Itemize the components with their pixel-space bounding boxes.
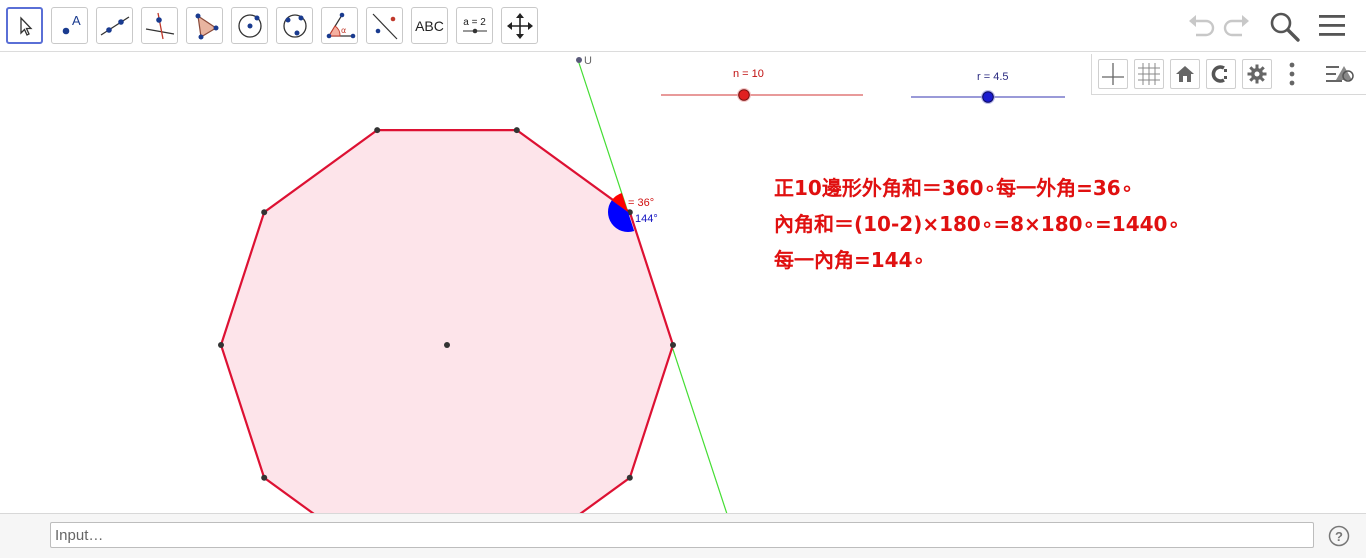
home-button[interactable] [1170,59,1200,89]
note-interior-sum[interactable]: 內角和＝(10-2)×180∘=8×180∘=1440∘ [774,208,1180,237]
perpendicular-line-tool[interactable] [141,7,178,44]
move-graphics-view-tool[interactable] [501,7,538,44]
slider-tool-label: a = 2 [463,17,486,28]
interior-angle-label: 144° [635,213,658,225]
reflect-icon [372,13,397,39]
line-tool[interactable] [96,7,133,44]
axes-toggle[interactable] [1098,59,1128,89]
line-icon [100,15,129,36]
settings-button[interactable] [1242,59,1272,89]
vertex-4[interactable] [261,474,268,481]
polygon-tool[interactable] [186,7,223,44]
point-capturing-icon [1211,65,1227,83]
vertex-1[interactable] [626,474,633,481]
circle-center-icon [237,13,262,38]
redo-icon[interactable] [1222,10,1252,40]
undo-icon[interactable] [1186,10,1216,40]
move-tool[interactable] [6,7,43,44]
point-tool-glyph: A [72,13,81,28]
move-arrows-icon [506,12,533,39]
grid-icon [1138,63,1160,85]
slider-mini-icon [462,28,487,34]
vertex-5[interactable] [218,342,224,348]
svg-text:?: ? [1335,529,1343,544]
vertex-7[interactable] [374,127,381,134]
line-point-label: U [584,55,592,67]
toggle-views-icon[interactable] [1324,62,1356,88]
perpendicular-line-icon [145,12,174,39]
home-icon [1176,66,1194,82]
slider-r-label: r = 4.5 [977,71,1009,83]
exterior-angle-label: = 36° [628,197,655,209]
text-tool-label: ABC [415,17,444,34]
gear-icon [1247,64,1267,84]
slider-n[interactable] [660,86,866,106]
graphics-view[interactable]: U [0,52,1366,513]
vertex-8[interactable] [513,127,520,134]
menu-icon[interactable] [1317,10,1347,40]
line-point-u[interactable] [576,57,582,63]
input-field[interactable] [50,522,1314,548]
slider-tool[interactable]: a = 2 [456,7,493,44]
vertex-0[interactable] [670,342,676,348]
point-capturing-button[interactable] [1206,59,1236,89]
style-bar [1091,54,1366,95]
polygon-icon [195,13,218,39]
grid-toggle[interactable] [1134,59,1164,89]
decagon[interactable] [219,128,675,513]
note-each-interior[interactable]: 每一內角=144∘ [774,244,925,273]
circle-center-point-tool[interactable] [231,7,268,44]
point-tool[interactable]: A [51,7,88,44]
input-bar: ? [0,513,1366,558]
note-exterior-sum[interactable]: 正10邊形外角和＝360∘每一外角=36∘ [774,172,1133,201]
slider-r[interactable] [910,88,1068,108]
text-tool[interactable]: ABC [411,7,448,44]
search-icon[interactable] [1268,10,1302,44]
axes-icon [1102,63,1124,85]
angle-tool[interactable]: α [321,7,358,44]
circle-three-points-tool[interactable] [276,7,313,44]
reflect-tool[interactable] [366,7,403,44]
vertex-6[interactable] [261,209,268,216]
slider-n-label: n = 10 [733,68,764,80]
angle-icon: α [326,12,355,38]
help-icon[interactable]: ? [1328,525,1350,547]
more-icon[interactable] [1288,61,1296,89]
point-icon: A [62,13,81,34]
circle-three-points-icon [282,13,307,38]
center-point[interactable] [444,342,450,348]
angle-tool-glyph: α [341,26,346,35]
cursor-arrow-icon [19,15,33,36]
toolbar: A α ABC a = 2 [0,0,1366,52]
